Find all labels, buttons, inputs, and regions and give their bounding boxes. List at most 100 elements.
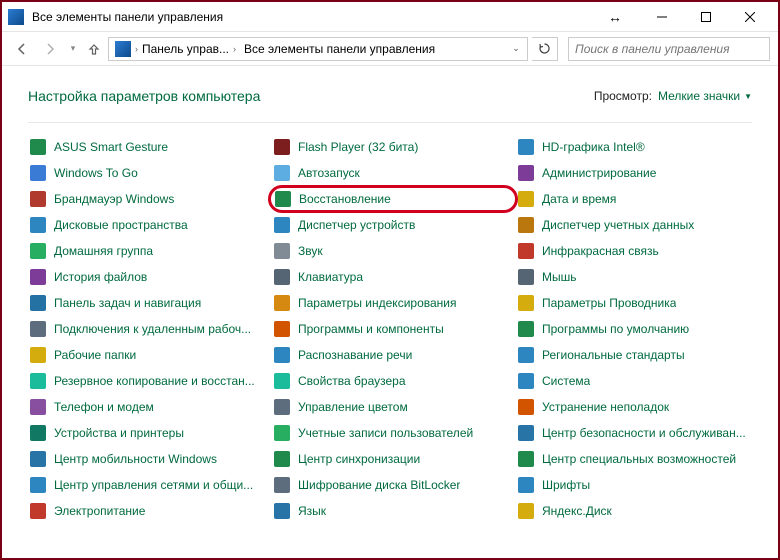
items-grid: ASUS Smart Gesture Flash Player (32 бита)… <box>28 137 752 521</box>
control-panel-item[interactable]: HD-графика Intel® <box>516 137 752 157</box>
control-panel-item[interactable]: Резервное копирование и восстан... <box>28 371 264 391</box>
item-icon <box>518 399 534 415</box>
control-panel-item[interactable]: Мышь <box>516 267 752 287</box>
control-panel-item[interactable]: Диспетчер устройств <box>272 215 508 235</box>
control-panel-item[interactable]: Панель задач и навигация <box>28 293 264 313</box>
control-panel-item[interactable]: Инфракрасная связь <box>516 241 752 261</box>
item-icon <box>30 347 46 363</box>
control-panel-item[interactable]: Рабочие папки <box>28 345 264 365</box>
item-label: Диспетчер учетных данных <box>542 218 694 232</box>
control-panel-item[interactable]: Дисковые пространства <box>28 215 264 235</box>
control-panel-item-highlighted[interactable]: Восстановление <box>268 185 518 213</box>
content-header: Настройка параметров компьютера Просмотр… <box>28 88 752 104</box>
item-icon <box>518 477 534 493</box>
control-panel-item[interactable]: Центр специальных возможностей <box>516 449 752 469</box>
item-icon <box>30 191 46 207</box>
refresh-button[interactable] <box>532 37 558 61</box>
item-label: Брандмауэр Windows <box>54 192 174 206</box>
control-panel-item[interactable]: Центр безопасности и обслуживан... <box>516 423 752 443</box>
item-label: Дата и время <box>542 192 616 206</box>
item-icon <box>30 139 46 155</box>
breadcrumb-part-2[interactable]: Все элементы панели управления <box>240 38 439 60</box>
control-panel-item[interactable]: Учетные записи пользователей <box>272 423 508 443</box>
control-panel-item[interactable]: Устройства и принтеры <box>28 423 264 443</box>
forward-button[interactable] <box>38 37 62 61</box>
control-panel-item[interactable]: Система <box>516 371 752 391</box>
control-panel-item[interactable]: Язык <box>272 501 508 521</box>
control-panel-item[interactable]: Шрифты <box>516 475 752 495</box>
item-label: Звук <box>298 244 323 258</box>
item-label: Центр управления сетями и общи... <box>54 478 253 492</box>
control-panel-item[interactable]: ASUS Smart Gesture <box>28 137 264 157</box>
window-title: Все элементы панели управления <box>32 10 604 24</box>
item-icon <box>518 165 534 181</box>
control-panel-item[interactable]: Распознавание речи <box>272 345 508 365</box>
item-label: Программы по умолчанию <box>542 322 689 336</box>
up-button[interactable] <box>84 37 104 61</box>
item-label: Центр мобильности Windows <box>54 452 217 466</box>
minimize-button[interactable] <box>640 3 684 31</box>
item-label: Свойства браузера <box>298 374 406 388</box>
control-panel-item[interactable]: Диспетчер учетных данных <box>516 215 752 235</box>
control-panel-item[interactable]: Устранение неполадок <box>516 397 752 417</box>
control-panel-item[interactable]: Свойства браузера <box>272 371 508 391</box>
item-label: Центр безопасности и обслуживан... <box>542 426 746 440</box>
navbar: ▾ › Панель управ...› Все элементы панели… <box>2 32 778 66</box>
control-panel-item[interactable]: Брандмауэр Windows <box>28 189 264 209</box>
control-panel-item[interactable]: Управление цветом <box>272 397 508 417</box>
control-panel-item[interactable]: Домашняя группа <box>28 241 264 261</box>
item-icon <box>30 243 46 259</box>
control-panel-item[interactable]: Подключения к удаленным рабоч... <box>28 319 264 339</box>
back-button[interactable] <box>10 37 34 61</box>
control-panel-item[interactable]: Windows To Go <box>28 163 264 183</box>
item-label: Клавиатура <box>298 270 363 284</box>
control-panel-item[interactable]: Flash Player (32 бита) <box>272 137 508 157</box>
search-input[interactable] <box>575 42 763 56</box>
control-panel-item[interactable]: Дата и время <box>516 189 752 209</box>
item-icon <box>518 217 534 233</box>
item-label: Домашняя группа <box>54 244 153 258</box>
control-panel-item[interactable]: Администрирование <box>516 163 752 183</box>
control-panel-item[interactable]: Параметры Проводника <box>516 293 752 313</box>
page-title: Настройка параметров компьютера <box>28 88 260 104</box>
control-panel-item[interactable]: Параметры индексирования <box>272 293 508 313</box>
titlebar: Все элементы панели управления ↔ <box>2 2 778 32</box>
breadcrumb-part-1[interactable]: Панель управ...› <box>138 38 240 60</box>
control-panel-item[interactable]: Центр мобильности Windows <box>28 449 264 469</box>
item-label: Программы и компоненты <box>298 322 444 336</box>
item-icon <box>30 503 46 519</box>
item-label: Flash Player (32 бита) <box>298 140 418 154</box>
control-panel-item[interactable]: Центр синхронизации <box>272 449 508 469</box>
search-box[interactable] <box>568 37 770 61</box>
maximize-button[interactable] <box>684 3 728 31</box>
control-panel-item[interactable]: Автозапуск <box>272 163 508 183</box>
control-panel-item[interactable]: Электропитание <box>28 501 264 521</box>
item-icon <box>274 451 290 467</box>
item-icon <box>274 373 290 389</box>
control-panel-item[interactable]: Программы по умолчанию <box>516 319 752 339</box>
item-icon <box>274 399 290 415</box>
resize-cursor-icon: ↔ <box>608 9 622 25</box>
control-panel-item[interactable]: Центр управления сетями и общи... <box>28 475 264 495</box>
item-icon <box>274 477 290 493</box>
item-label: Дисковые пространства <box>54 218 188 232</box>
close-button[interactable] <box>728 3 772 31</box>
control-panel-item[interactable]: Яндекс.Диск <box>516 501 752 521</box>
address-dropdown[interactable]: ⌄ <box>507 43 525 54</box>
item-label: Яндекс.Диск <box>542 504 612 518</box>
control-panel-item[interactable]: Шифрование диска BitLocker <box>272 475 508 495</box>
control-panel-item[interactable]: Региональные стандарты <box>516 345 752 365</box>
recent-dropdown[interactable]: ▾ <box>66 37 80 61</box>
control-panel-item[interactable]: Программы и компоненты <box>272 319 508 339</box>
item-icon <box>275 191 291 207</box>
item-icon <box>30 269 46 285</box>
item-icon <box>30 321 46 337</box>
control-panel-item[interactable]: Телефон и модем <box>28 397 264 417</box>
item-label: Шифрование диска BitLocker <box>298 478 460 492</box>
view-dropdown[interactable]: Мелкие значки▼ <box>658 89 752 103</box>
item-icon <box>30 425 46 441</box>
control-panel-item[interactable]: Звук <box>272 241 508 261</box>
address-bar[interactable]: › Панель управ...› Все элементы панели у… <box>108 37 528 61</box>
control-panel-item[interactable]: Клавиатура <box>272 267 508 287</box>
control-panel-item[interactable]: История файлов <box>28 267 264 287</box>
